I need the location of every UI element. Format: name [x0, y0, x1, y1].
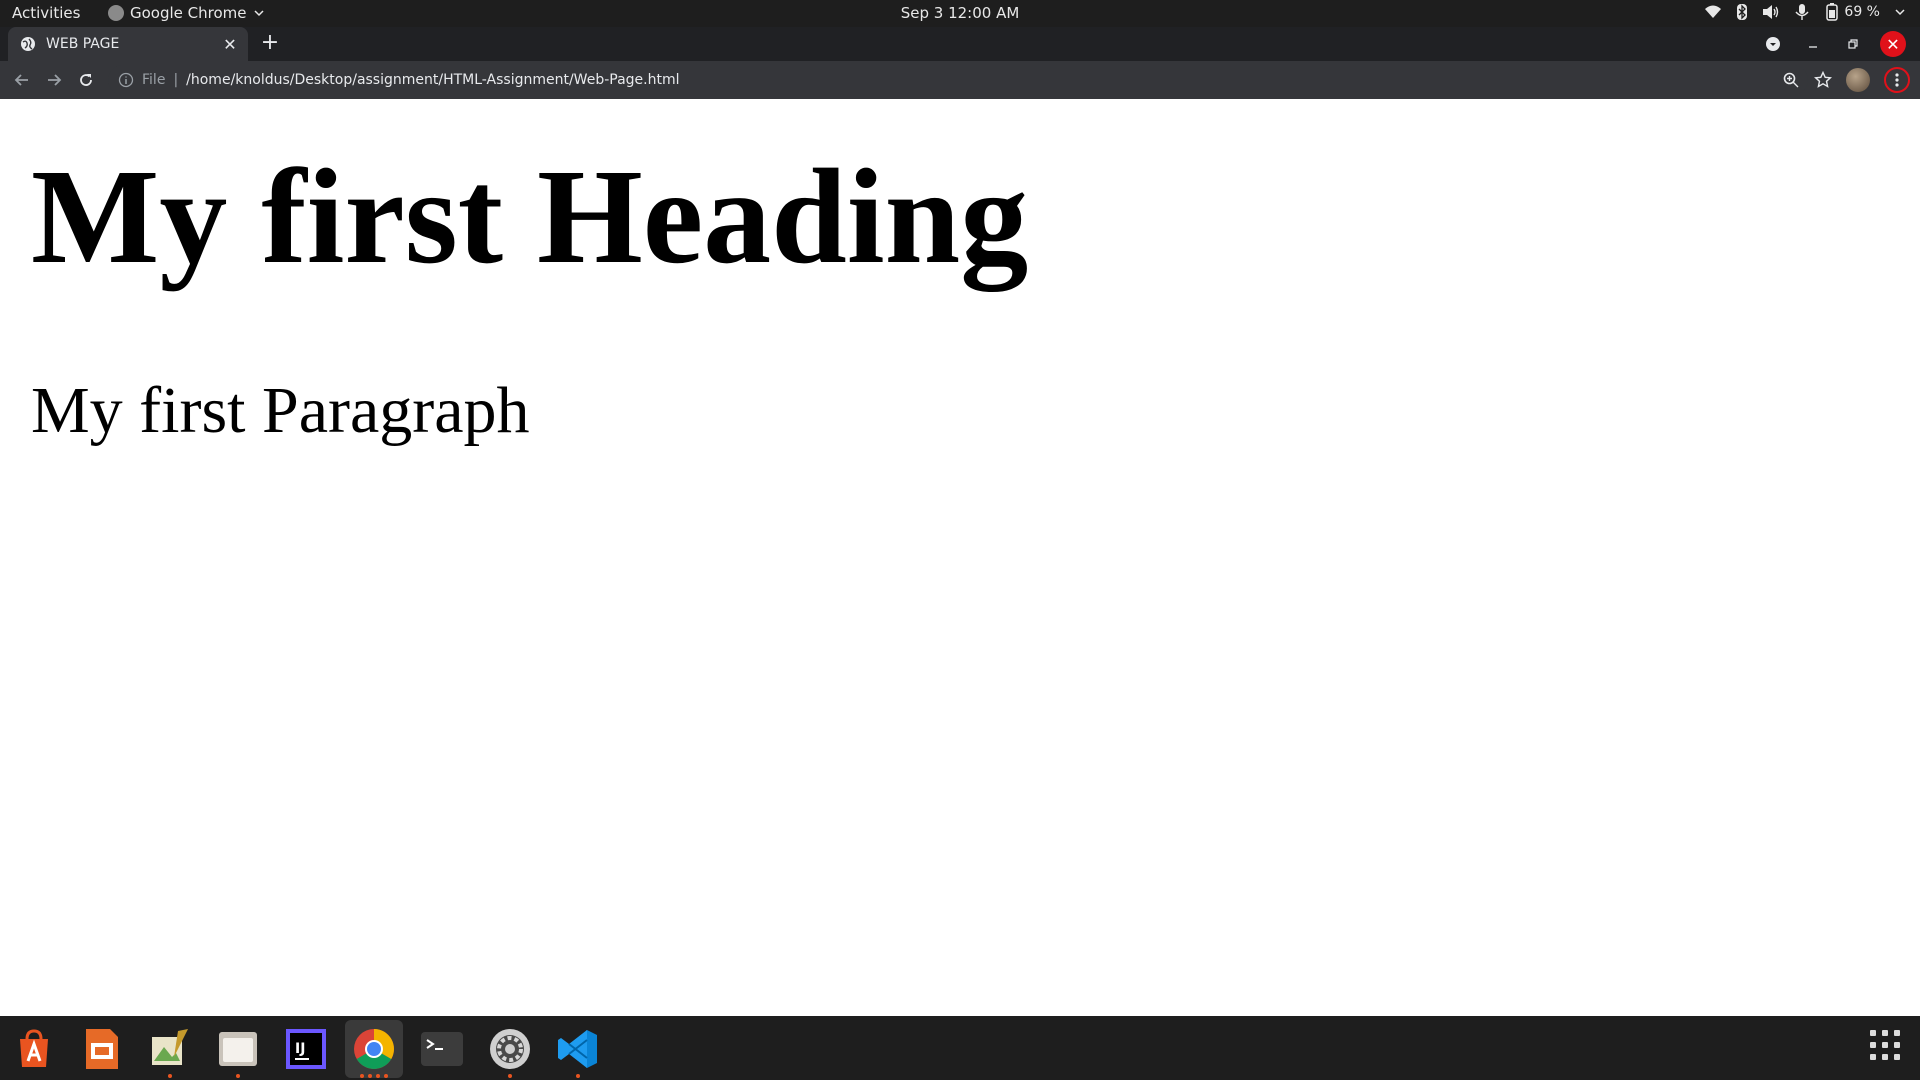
gnome-top-bar: Activities Google Chrome Sep 3 12:00 AM …	[0, 0, 1920, 27]
dock-terminal[interactable]	[413, 1020, 471, 1078]
back-button[interactable]	[10, 68, 34, 92]
reload-icon	[80, 74, 92, 86]
dock-chrome[interactable]	[345, 1020, 403, 1078]
forward-arrow-icon	[48, 74, 62, 86]
more-vert-icon	[1895, 73, 1899, 87]
clock[interactable]: Sep 3 12:00 AM	[0, 4, 1920, 22]
intellij-icon: IJ	[286, 1029, 326, 1069]
url-scheme-label: File	[142, 72, 166, 88]
ubuntu-dock: IJ	[0, 1016, 1920, 1080]
dock-ubuntu-software[interactable]	[5, 1020, 63, 1078]
minimize-button[interactable]	[1800, 31, 1826, 57]
ubuntu-software-icon	[20, 1029, 48, 1067]
files-icon	[219, 1032, 257, 1066]
dock-image-viewer[interactable]	[141, 1020, 199, 1078]
forward-button[interactable]	[42, 68, 66, 92]
microphone-icon	[1795, 4, 1809, 20]
restore-icon	[1848, 39, 1858, 49]
running-indicator	[576, 1074, 580, 1078]
page-paragraph: My first Paragraph	[31, 374, 530, 447]
running-indicator	[168, 1074, 172, 1078]
url-separator: |	[173, 72, 179, 88]
running-indicator	[508, 1074, 512, 1078]
address-bar[interactable]: File | /home/knoldus/Desktop/assignment/…	[108, 65, 1808, 95]
reload-button[interactable]	[74, 68, 98, 92]
url-text[interactable]: /home/knoldus/Desktop/assignment/HTML-As…	[186, 72, 679, 88]
impress-icon	[86, 1029, 118, 1069]
chevron-down-icon	[1895, 9, 1905, 16]
globe-icon	[21, 37, 35, 51]
dock-intellij[interactable]: IJ	[277, 1020, 335, 1078]
tab-search-icon	[1766, 37, 1780, 51]
zoom-icon[interactable]	[1782, 71, 1800, 89]
close-tab-icon[interactable]: ✕	[220, 34, 240, 54]
tab-web-page[interactable]: WEB PAGE ✕	[8, 27, 248, 61]
terminal-icon	[421, 1032, 463, 1066]
dock-impress[interactable]	[73, 1020, 131, 1078]
chrome-icon	[354, 1029, 394, 1069]
running-indicator	[376, 1074, 380, 1078]
dock-vscode[interactable]	[549, 1020, 607, 1078]
svg-text:IJ: IJ	[295, 1041, 305, 1057]
info-icon[interactable]	[118, 72, 134, 88]
activities-button[interactable]: Activities	[12, 4, 80, 22]
web-page-content: My first Heading My first Paragraph	[0, 99, 1920, 1016]
chevron-down-icon	[253, 10, 264, 17]
system-tray[interactable]: 69 %	[1704, 3, 1906, 21]
chrome-app-icon	[108, 5, 124, 21]
page-heading: My first Heading	[31, 142, 1029, 292]
running-indicator	[384, 1074, 388, 1078]
volume-icon	[1763, 5, 1779, 19]
dock-files[interactable]	[209, 1020, 267, 1078]
settings-icon	[490, 1029, 530, 1069]
window-controls: ✕	[1760, 31, 1906, 57]
new-tab-button[interactable]: +	[258, 32, 282, 56]
minimize-icon	[1809, 46, 1817, 48]
app-name: Google Chrome	[130, 4, 247, 22]
profile-avatar[interactable]	[1846, 68, 1870, 92]
tab-title: WEB PAGE	[46, 36, 120, 52]
close-window-button[interactable]: ✕	[1880, 31, 1906, 57]
show-applications-icon[interactable]	[1870, 1030, 1900, 1060]
restore-button[interactable]	[1840, 31, 1866, 57]
tab-search-button[interactable]	[1760, 31, 1786, 57]
browser-toolbar: File | /home/knoldus/Desktop/assignment/…	[0, 61, 1920, 99]
back-arrow-icon	[14, 74, 28, 86]
tab-strip: WEB PAGE ✕ + ✕	[0, 27, 1920, 61]
running-indicator	[360, 1074, 364, 1078]
battery-icon	[1826, 3, 1839, 21]
bluetooth-icon	[1737, 4, 1748, 20]
wifi-icon	[1705, 5, 1722, 18]
vscode-icon	[558, 1030, 597, 1068]
running-indicator	[236, 1074, 240, 1078]
image-viewer-icon	[152, 1029, 188, 1065]
running-indicator	[368, 1074, 372, 1078]
toolbar-actions	[1782, 67, 1910, 93]
app-menu[interactable]: Google Chrome	[108, 4, 265, 22]
dock-settings[interactable]	[481, 1020, 539, 1078]
battery-percentage: 69 %	[1844, 4, 1880, 20]
browser-menu-button[interactable]	[1884, 67, 1910, 93]
close-icon: ✕	[1886, 34, 1900, 54]
bookmark-star-icon[interactable]	[1814, 71, 1832, 89]
